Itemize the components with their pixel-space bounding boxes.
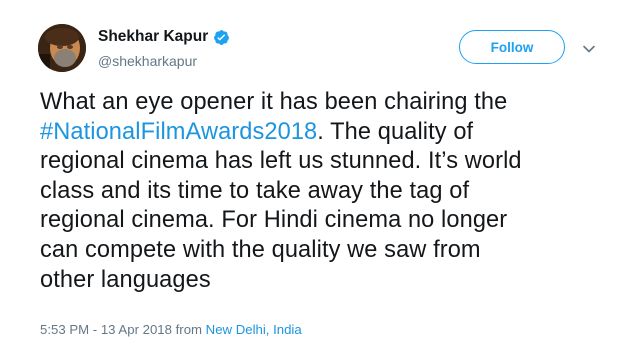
tweet-text: What an eye opener it has been chairing … (40, 88, 612, 295)
tweet-line: other languages (40, 266, 211, 293)
from-label: from (171, 322, 206, 337)
tweet-line: regional cinema has left us stunned. It’… (40, 148, 522, 175)
avatar[interactable] (38, 24, 86, 72)
location-link[interactable]: New Delhi, India (206, 322, 302, 337)
verified-badge-icon (213, 29, 230, 46)
profile-photo-icon (38, 24, 86, 72)
tweet-line: class and its time to take away the tag … (40, 177, 470, 204)
user-handle[interactable]: @shekharkapur (98, 53, 197, 69)
tweet-line: What an eye opener it has been chairing … (40, 89, 508, 115)
tweet-line: regional cinema. For Hindi cinema no lon… (40, 207, 508, 234)
tweet-meta: 5:53 PM - 13 Apr 2018 from New Delhi, In… (40, 322, 302, 337)
hashtag-link[interactable]: #NationalFilmAwards2018 (40, 119, 317, 145)
author-name-row: Shekhar Kapur (98, 28, 230, 46)
tweet-card: Shekhar Kapur @shekharkapur Follow What … (0, 0, 620, 354)
follow-button[interactable]: Follow (459, 30, 565, 64)
timestamp[interactable]: 5:53 PM - 13 Apr 2018 (40, 322, 172, 337)
tweet-line: can compete with the quality we saw from (40, 236, 481, 263)
tweet-line-text: . The quality of (317, 118, 474, 145)
display-name[interactable]: Shekhar Kapur (98, 28, 208, 46)
tweet-line: #NationalFilmAwards2018. The quality of (40, 118, 612, 148)
chevron-down-icon[interactable] (582, 41, 596, 53)
